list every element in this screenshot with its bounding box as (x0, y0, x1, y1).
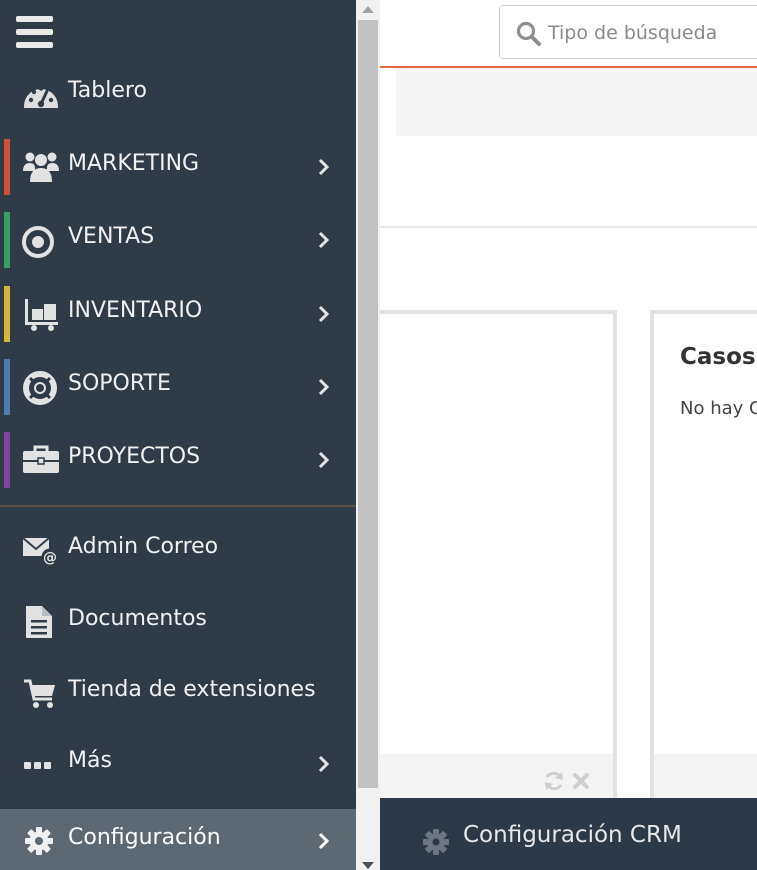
sidebar-item-ventas[interactable]: VENTAS (0, 208, 356, 272)
search-box[interactable]: Tipo de búsqueda (499, 5, 757, 59)
sidebar-item-proyectos[interactable]: PROYECTOS (0, 428, 356, 492)
sidebar-item-configuracion[interactable]: Configuración (0, 809, 356, 870)
sidebar-item-tienda[interactable]: Tienda de extensiones (0, 661, 356, 725)
target-icon (22, 226, 54, 258)
sidebar-item-label: Más (68, 748, 112, 773)
category-stripe (4, 432, 10, 488)
briefcase-icon (23, 445, 59, 473)
sidebar-item-admin-correo[interactable]: @ Admin Correo (0, 518, 356, 582)
sidebar-item-label: Tablero (68, 78, 147, 103)
scroll-down-icon[interactable] (362, 862, 374, 869)
chevron-right-icon (318, 305, 330, 323)
sidebar-item-label: Documentos (68, 606, 207, 631)
hamburger-icon[interactable] (16, 16, 54, 48)
close-icon[interactable] (572, 772, 590, 790)
sidebar-menu: Tablero MARKETING VENTAS INVENTARIO SOPO… (0, 0, 356, 870)
sidebar-item-soporte[interactable]: SOPORTE (0, 355, 356, 419)
chevron-right-icon (318, 158, 330, 176)
scroll-up-icon[interactable] (362, 6, 374, 13)
search-placeholder: Tipo de búsqueda (548, 22, 718, 44)
sidebar-item-marketing[interactable]: MARKETING (0, 135, 356, 199)
sidebar-item-label: INVENTARIO (68, 298, 203, 323)
sidebar-item-label: PROYECTOS (68, 444, 201, 469)
dashboard-icon (24, 86, 58, 108)
sidebar-item-mas[interactable]: Más (0, 732, 356, 796)
section-divider (380, 226, 757, 228)
lifebuoy-icon (23, 371, 57, 405)
sidebar-item-label: VENTAS (68, 224, 155, 249)
sidebar-item-label: Admin Correo (68, 534, 219, 559)
chevron-right-icon (318, 832, 330, 850)
chevron-right-icon (318, 378, 330, 396)
sidebar-scrollbar[interactable] (356, 0, 380, 870)
chevron-right-icon (318, 451, 330, 469)
category-stripe (4, 359, 10, 415)
document-icon (26, 606, 52, 638)
ellipsis-icon (24, 762, 51, 769)
search-icon (516, 21, 541, 46)
sidebar-divider (0, 505, 356, 507)
category-stripe (4, 139, 10, 195)
widget-title: Casos (680, 344, 756, 370)
footer-bar[interactable]: Configuración CRM (380, 798, 757, 870)
gear-icon (25, 827, 53, 855)
gear-icon (423, 829, 449, 855)
users-icon (23, 152, 59, 182)
widget-empty-text: No hay C (680, 398, 757, 419)
scrollbar-thumb[interactable] (358, 20, 378, 788)
sidebar-item-label: Tienda de extensiones (68, 677, 316, 702)
chevron-right-icon (318, 755, 330, 773)
sidebar-item-label: MARKETING (68, 151, 200, 176)
category-stripe (4, 286, 10, 342)
category-stripe (4, 212, 10, 268)
sidebar-item-documentos[interactable]: Documentos (0, 590, 356, 654)
toolbar-band (396, 68, 757, 136)
sidebar-item-label: SOPORTE (68, 371, 171, 396)
chevron-right-icon (318, 231, 330, 249)
footer-label: Configuración CRM (463, 822, 682, 848)
dashboard-widget (370, 310, 617, 810)
dolly-icon (25, 299, 58, 331)
mail-at-icon: @ (22, 537, 59, 566)
app-root: Tipo de búsqueda Casos No hay C Configur… (0, 0, 757, 870)
sidebar-item-tablero[interactable]: Tablero (0, 62, 356, 126)
svg-text:@: @ (43, 550, 57, 566)
sidebar-item-inventario[interactable]: INVENTARIO (0, 282, 356, 346)
cases-widget: Casos No hay C (650, 310, 757, 810)
cart-icon (24, 679, 55, 708)
refresh-icon[interactable] (542, 769, 566, 793)
sidebar-item-label: Configuración (68, 825, 221, 850)
